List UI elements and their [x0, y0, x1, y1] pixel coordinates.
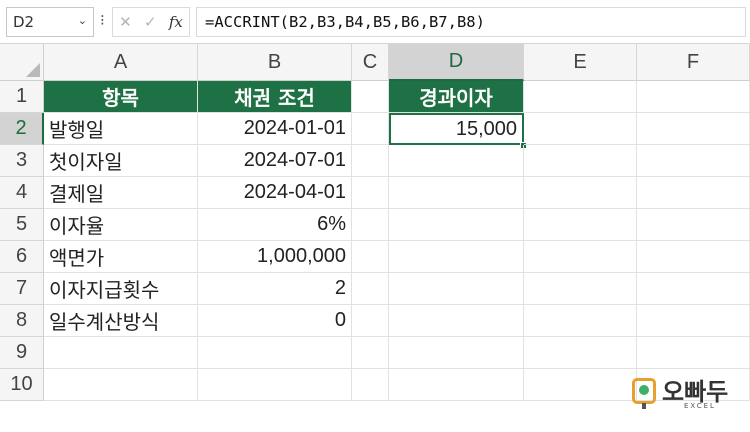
cell-c3[interactable]	[352, 145, 389, 177]
row-header-8[interactable]: 8	[0, 305, 44, 337]
cell-b4[interactable]: 2024-04-01	[198, 177, 352, 209]
cell-c5[interactable]	[352, 209, 389, 241]
cell-a7[interactable]: 이자지급횟수	[44, 273, 198, 305]
cell-d4[interactable]	[389, 177, 524, 209]
name-box[interactable]: D2 ⌄	[6, 7, 94, 37]
column-header-e[interactable]: E	[524, 44, 637, 81]
cell-a3[interactable]: 첫이자일	[44, 145, 198, 177]
cell-e5[interactable]	[524, 209, 637, 241]
column-header-f[interactable]: F	[637, 44, 750, 81]
cell-b2[interactable]: 2024-01-01	[198, 113, 352, 145]
cell-d7[interactable]	[389, 273, 524, 305]
insert-function-icon[interactable]: fx	[169, 13, 183, 31]
cell-b6[interactable]: 1,000,000	[198, 241, 352, 273]
cell-b8[interactable]: 0	[198, 305, 352, 337]
cancel-icon[interactable]: ✕	[119, 13, 132, 31]
cell-d10[interactable]	[389, 369, 524, 401]
cell-d6[interactable]	[389, 241, 524, 273]
row-header-10[interactable]: 10	[0, 369, 44, 401]
cell-c6[interactable]	[352, 241, 389, 273]
formula-bar: D2 ⌄ ⁝ ✕ ✓ fx =ACCRINT(B2,B3,B4,B5,B6,B7…	[0, 0, 750, 44]
cell-c10[interactable]	[352, 369, 389, 401]
cell-d1[interactable]: 경과이자	[389, 81, 524, 113]
cell-e3[interactable]	[524, 145, 637, 177]
cell-b1[interactable]: 채권 조건	[198, 81, 352, 113]
column-header-c[interactable]: C	[352, 44, 389, 81]
cell-d2[interactable]: 15,000	[389, 113, 524, 145]
column-header-b[interactable]: B	[198, 44, 352, 81]
cell-f9[interactable]	[637, 337, 750, 369]
cell-d3[interactable]	[389, 145, 524, 177]
cell-a5[interactable]: 이자율	[44, 209, 198, 241]
cell-e1[interactable]	[524, 81, 637, 113]
column-header-a[interactable]: A	[44, 44, 198, 81]
row-header-4[interactable]: 4	[0, 177, 44, 209]
cell-a10[interactable]	[44, 369, 198, 401]
check-icon[interactable]: ✓	[144, 13, 157, 31]
cell-f7[interactable]	[637, 273, 750, 305]
cell-b5[interactable]: 6%	[198, 209, 352, 241]
cell-c7[interactable]	[352, 273, 389, 305]
row-header-9[interactable]: 9	[0, 337, 44, 369]
row-header-3[interactable]: 3	[0, 145, 44, 177]
cell-d5[interactable]	[389, 209, 524, 241]
cell-f2[interactable]	[637, 113, 750, 145]
cell-e9[interactable]	[524, 337, 637, 369]
cell-c2[interactable]	[352, 113, 389, 145]
cell-c9[interactable]	[352, 337, 389, 369]
cell-d8[interactable]	[389, 305, 524, 337]
formula-buttons: ✕ ✓ fx	[112, 7, 190, 37]
cell-f1[interactable]	[637, 81, 750, 113]
row-header-2[interactable]: 2	[0, 113, 44, 145]
cell-a4[interactable]: 결제일	[44, 177, 198, 209]
cell-e10[interactable]	[524, 369, 637, 401]
cell-e4[interactable]	[524, 177, 637, 209]
logo-subtitle: EXCEL	[684, 402, 716, 410]
cell-f4[interactable]	[637, 177, 750, 209]
cell-c4[interactable]	[352, 177, 389, 209]
row-header-6[interactable]: 6	[0, 241, 44, 273]
cell-c1[interactable]	[352, 81, 389, 113]
cell-a1[interactable]: 항목	[44, 81, 198, 113]
cell-f5[interactable]	[637, 209, 750, 241]
cell-a2[interactable]: 발행일	[44, 113, 198, 145]
cell-f3[interactable]	[637, 145, 750, 177]
cell-e8[interactable]	[524, 305, 637, 337]
cell-e7[interactable]	[524, 273, 637, 305]
cell-c8[interactable]	[352, 305, 389, 337]
column-header-d[interactable]: D	[389, 44, 524, 81]
row-header-7[interactable]: 7	[0, 273, 44, 305]
chevron-down-icon[interactable]: ⌄	[78, 14, 87, 27]
cell-b9[interactable]	[198, 337, 352, 369]
row-header-1[interactable]: 1	[0, 81, 44, 113]
cell-d9[interactable]	[389, 337, 524, 369]
cell-b7[interactable]: 2	[198, 273, 352, 305]
cell-a6[interactable]: 액면가	[44, 241, 198, 273]
cell-f6[interactable]	[637, 241, 750, 273]
select-all-button[interactable]	[0, 44, 44, 81]
cell-a8[interactable]: 일수계산방식	[44, 305, 198, 337]
select-all-triangle-icon	[26, 63, 40, 77]
logo-mark-icon	[632, 378, 656, 409]
more-options-icon[interactable]: ⁝	[100, 10, 105, 30]
cell-a9[interactable]	[44, 337, 198, 369]
cell-f8[interactable]	[637, 305, 750, 337]
cell-e6[interactable]	[524, 241, 637, 273]
row-header-5[interactable]: 5	[0, 209, 44, 241]
oppadu-logo: 오빠두 EXCEL	[628, 372, 738, 418]
cell-e2[interactable]	[524, 113, 637, 145]
cell-b3[interactable]: 2024-07-01	[198, 145, 352, 177]
formula-input[interactable]: =ACCRINT(B2,B3,B4,B5,B6,B7,B8)	[196, 7, 746, 37]
cell-b10[interactable]	[198, 369, 352, 401]
name-box-value: D2	[13, 13, 35, 31]
